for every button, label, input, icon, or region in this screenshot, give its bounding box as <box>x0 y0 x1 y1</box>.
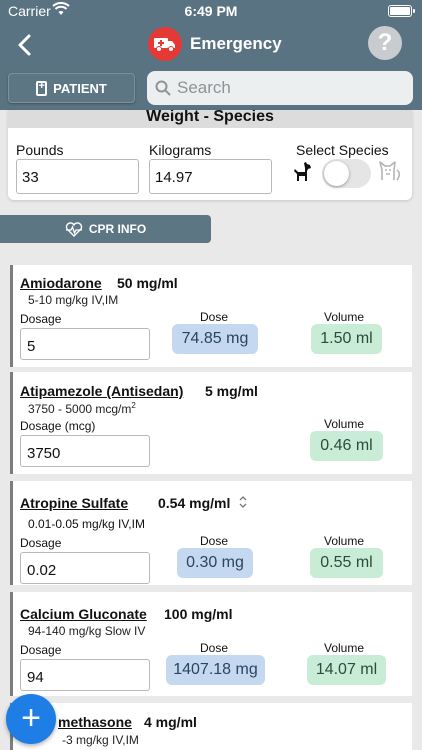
dosage-label: Dosage (mcg) <box>20 419 96 433</box>
dosage-input[interactable]: 94 <box>20 659 150 691</box>
page-title: Emergency <box>190 34 282 53</box>
drug-concentration: 50 mg/ml <box>117 275 178 291</box>
weight-species-heading: Weight - Species <box>8 110 412 128</box>
drug-range: -3 mg/kg IV,IM <box>62 733 139 747</box>
drug-name[interactable]: Atropine Sulfate <box>20 495 128 511</box>
patient-button-label: PATIENT <box>53 80 107 96</box>
drug-range: 0.01-0.05 mg/kg IV,IM <box>28 517 145 531</box>
drug-range-superscript: 2 <box>131 401 136 410</box>
nav-title-group: Emergency <box>148 26 282 62</box>
dosage-input[interactable]: 3750 <box>20 435 150 467</box>
volume-value: 0.46 ml <box>310 431 383 461</box>
clipboard-icon <box>36 80 48 96</box>
pounds-label: Pounds <box>16 142 64 158</box>
pounds-field[interactable]: 33 <box>16 159 139 194</box>
drug-range: 3750 - 5000 mcg/m2 <box>28 401 136 416</box>
drug-range-text: 3750 - 5000 mcg/m <box>28 402 132 416</box>
volume-value: 14.07 ml <box>307 655 386 685</box>
drug-card-calcium-gluconate: Calcium Gluconate 100 mg/ml 94-140 mg/kg… <box>10 592 412 696</box>
drug-card-dexamethasone: methasone 4 mg/ml -3 mg/kg IV,IM <box>10 703 412 750</box>
navigation-bar: Carrier 6:49 PM Emergency ? PATIENT <box>0 0 422 110</box>
drug-name[interactable]: Calcium Gluconate <box>20 606 147 622</box>
drug-range: 94-140 mg/kg Slow IV <box>28 624 146 638</box>
cpr-info-label: CPR INFO <box>88 222 147 236</box>
drug-concentration: 5 mg/ml <box>205 383 258 399</box>
drug-name[interactable]: Amiodarone <box>20 275 102 291</box>
search-bar[interactable] <box>147 71 413 105</box>
ambulance-icon <box>148 27 182 61</box>
status-bar: Carrier 6:49 PM <box>0 0 422 24</box>
dosage-input[interactable]: 0.02 <box>20 552 150 584</box>
patient-button[interactable]: PATIENT <box>8 73 135 103</box>
cat-icon[interactable] <box>376 158 402 184</box>
battery-icon <box>388 5 415 17</box>
drug-list: Amiodarone 50 mg/ml 5-10 mg/kg IV,IM Dos… <box>10 265 412 750</box>
search-input[interactable] <box>177 78 397 98</box>
dose-value: 74.85 mg <box>172 324 258 354</box>
dose-label: Dose <box>200 534 229 548</box>
volume-label: Volume <box>324 534 365 548</box>
add-button[interactable]: + <box>6 694 56 744</box>
volume-value: 1.50 ml <box>311 324 382 354</box>
dosage-label: Dosage <box>20 643 62 657</box>
dose-value: 1407.18 mg <box>166 655 265 685</box>
back-chevron-icon[interactable] <box>12 30 36 60</box>
dog-icon[interactable] <box>290 160 314 184</box>
volume-label: Volume <box>324 417 365 431</box>
drug-card-atipamezole: Atipamezole (Antisedan) 5 mg/ml 3750 - 5… <box>10 372 412 474</box>
drug-concentration[interactable]: 0.54 mg/ml <box>158 495 230 511</box>
species-toggle[interactable] <box>322 159 371 188</box>
heart-pulse-icon <box>65 221 83 237</box>
search-icon <box>155 80 171 96</box>
help-button[interactable]: ? <box>368 26 402 60</box>
kilograms-label: Kilograms <box>149 142 212 158</box>
drug-concentration: 100 mg/ml <box>164 606 233 622</box>
drug-range: 5-10 mg/kg IV,IM <box>28 293 119 307</box>
kilograms-field[interactable]: 14.97 <box>149 159 272 194</box>
dose-label: Dose <box>200 310 229 324</box>
dose-value: 0.30 mg <box>177 548 253 578</box>
select-species-label: Select Species <box>296 142 389 158</box>
drug-name[interactable]: Atipamezole (Antisedan) <box>20 383 183 399</box>
drug-card-atropine: Atropine Sulfate 0.54 mg/ml 0.01-0.05 mg… <box>10 481 412 585</box>
volume-value: 0.55 ml <box>310 548 383 578</box>
clock: 6:49 PM <box>184 3 238 19</box>
drug-name[interactable]: methasone <box>58 714 132 730</box>
concentration-picker-icon[interactable] <box>238 494 248 510</box>
volume-label: Volume <box>324 310 365 324</box>
weight-species-panel: Weight - Species Pounds 33 Kilograms 14.… <box>8 110 412 200</box>
dose-label: Dose <box>200 641 229 655</box>
drug-card-amiodarone: Amiodarone 50 mg/ml 5-10 mg/kg IV,IM Dos… <box>10 265 412 367</box>
volume-label: Volume <box>324 641 365 655</box>
drug-concentration: 4 mg/ml <box>144 714 197 730</box>
dosage-input[interactable]: 5 <box>20 328 150 360</box>
cpr-info-button[interactable]: CPR INFO <box>0 215 211 243</box>
dosage-label: Dosage <box>20 536 62 550</box>
species-toggle-knob <box>324 161 349 186</box>
dosage-label: Dosage <box>20 312 62 326</box>
